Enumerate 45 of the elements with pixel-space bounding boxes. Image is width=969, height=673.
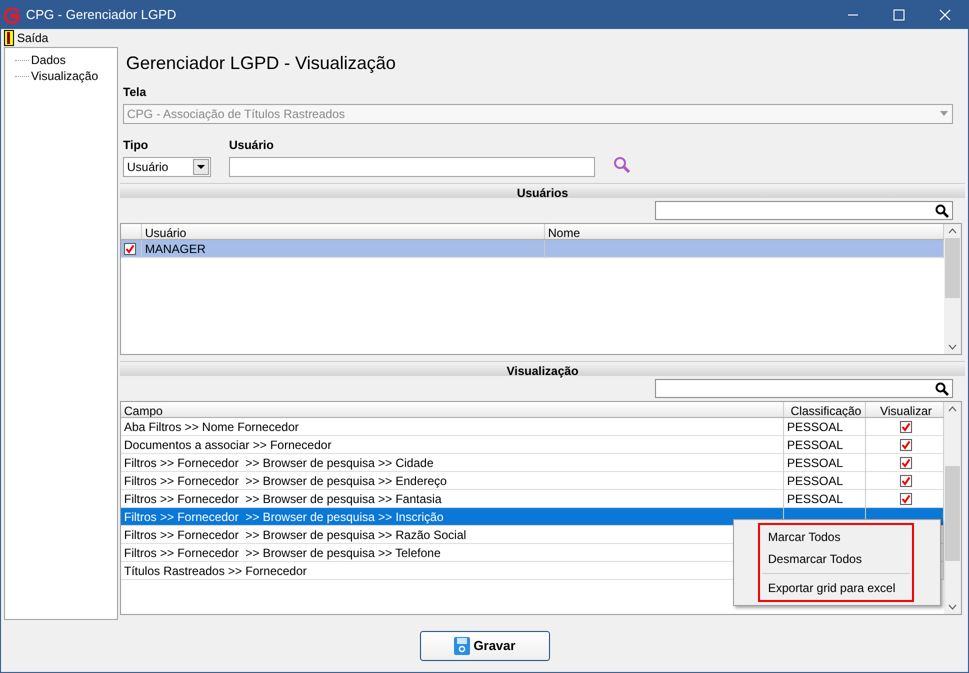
column-header: Usuário xyxy=(142,224,545,239)
checkbox[interactable] xyxy=(900,475,912,488)
table-cell: Aba Filtros >> Nome Fornecedor xyxy=(121,418,784,436)
table-row[interactable]: Filtros >> Fornecedor >> Browser de pesquisa >> Inscrição xyxy=(121,508,944,526)
table-cell: PESSOAL xyxy=(784,418,866,436)
dropdown-arrow-icon[interactable] xyxy=(197,164,205,170)
table-cell: MANAGER xyxy=(142,240,545,258)
checkbox[interactable] xyxy=(900,493,912,506)
checkbox[interactable] xyxy=(124,243,136,256)
checkbox[interactable] xyxy=(900,439,912,452)
table-row[interactable]: MANAGER xyxy=(121,240,944,258)
type-dropdown[interactable]: Usuário xyxy=(123,157,211,177)
exit-door-icon xyxy=(4,30,14,46)
table-row[interactable]: Filtros >> Fornecedor >> Browser de pesquisa >> Cidade PESSOAL xyxy=(121,454,944,472)
checkbox[interactable] xyxy=(900,457,912,470)
save-button[interactable]: Gravar xyxy=(420,631,550,661)
scrollbar[interactable] xyxy=(944,224,961,354)
page-heading: Gerenciador LGPD - Visualização xyxy=(125,52,397,75)
search-icon[interactable] xyxy=(935,202,949,220)
field-label: Usuário xyxy=(229,137,275,154)
table-cell: PESSOAL xyxy=(784,472,866,490)
table-cell: Filtros >> Fornecedor >> Browser de pesquisa >> Endereço xyxy=(121,472,784,490)
window-title: CPG - Gerenciador LGPD xyxy=(26,6,178,24)
section-header: Visualização xyxy=(120,361,965,376)
user-input-field[interactable] xyxy=(229,157,595,177)
tree-item[interactable]: Dados xyxy=(31,51,66,69)
table-row[interactable]: Aba Filtros >> Nome Fornecedor PESSOAL xyxy=(121,418,944,436)
search-field[interactable] xyxy=(655,379,953,398)
field-label: Tipo xyxy=(123,137,150,154)
field-label: Tela xyxy=(123,84,148,101)
search-field[interactable] xyxy=(655,201,953,220)
checkbox[interactable] xyxy=(900,421,912,434)
table-cell: Filtros >> Fornecedor >> Browser de pesquisa >> Cidade xyxy=(121,454,784,472)
table-cell: PESSOAL xyxy=(784,436,866,454)
tree-item[interactable]: Visualização xyxy=(31,67,98,85)
menu-item[interactable]: Exportar grid para excel xyxy=(760,577,912,599)
table-row[interactable]: Documentos a associar >> Fornecedor PESSOAL xyxy=(121,436,944,454)
scrollbar[interactable] xyxy=(944,402,961,614)
table-row[interactable]: Filtros >> Fornecedor >> Browser de pesquisa >> Endereço PESSOAL xyxy=(121,472,944,490)
app-logo-icon xyxy=(4,5,20,25)
menu-item[interactable]: Saída xyxy=(4,29,48,47)
table-cell: Documentos a associar >> Fornecedor xyxy=(121,436,784,454)
section-header: Usuários xyxy=(120,183,965,198)
table-cell: PESSOAL xyxy=(784,454,866,472)
search-icon[interactable] xyxy=(935,380,949,398)
